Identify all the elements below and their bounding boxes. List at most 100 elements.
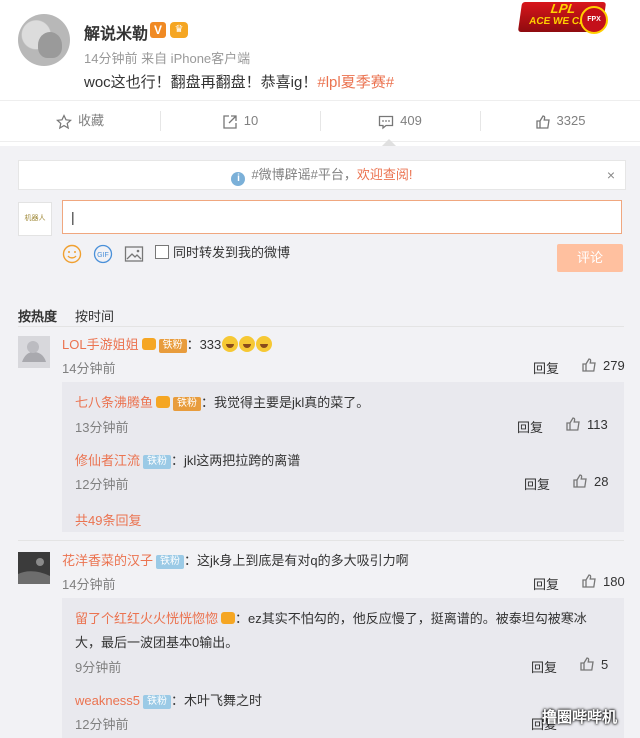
tab-sort-hot[interactable]: 按热度 [18,309,57,324]
crown-icon [156,396,171,408]
comment-icon [378,115,394,129]
reply-time: 12分钟前 [75,717,129,732]
reply-time: 9分钟前 [75,660,122,675]
comment-like-count: 180 [603,574,625,589]
reply-like-count: 28 [594,474,609,489]
author-avatar[interactable] [18,14,70,66]
crown-icon [141,338,156,350]
tab-sort-time[interactable]: 按时间 [75,309,114,324]
star-icon [55,113,72,129]
fan-badge: 铁粉 [158,339,187,353]
favorite-label: 收藏 [77,113,104,128]
reply-like-button[interactable]: 5 [579,656,608,672]
comment-time: 14分钟前 [62,577,116,592]
comment-like-button[interactable]: 279 [581,357,625,373]
reply-like-count: 113 [587,417,608,432]
reply-button[interactable]: 回复 [524,474,550,493]
fan-badge: 铁粉 [143,455,172,469]
thumbs-up-icon [573,474,587,488]
reply-line: 留了个红红火火恍恍惚惚 ：ez其实不怕勾的，他反应慢了，挺离谱的。被泰坦勾被寒冰 [75,608,587,627]
reply-time: 12分钟前 [75,477,129,492]
action-bar: 收藏 10 409 3325 [0,100,640,142]
post-text: woc这也行！翻盘再翻盘！恭喜ig！#lpl夏季赛# [84,71,394,92]
comment-section: i #微博辟谣#平台，欢迎查阅! × 机器人 GIF 同时转发到我的微博 评论 按… [0,146,640,738]
reply-text: ：我觉得主要是jkl真的菜了。 [201,395,370,410]
repost-checkbox[interactable]: 同时转发到我的微博 [155,244,290,262]
post-meta: 14分钟前 来自 iPhone客户端 [84,51,251,66]
notice-link[interactable]: 欢迎查阅! [357,167,413,182]
fpx-logo: FPX [580,6,608,34]
replier-name[interactable]: 修仙者江流 [75,453,140,468]
like-count: 3325 [556,113,586,128]
reply-like-button[interactable]: 28 [572,473,608,489]
divider [18,540,624,541]
reply-button[interactable]: 回复 [533,574,559,593]
reply-text-continued: 大，最后一波团基本0输出。 [75,635,239,650]
favorite-button[interactable]: 收藏 [0,101,160,141]
commenter-avatar[interactable] [18,552,50,584]
replier-name[interactable]: weakness5 [75,693,140,708]
weibo-post: 解说米勒 V ♛ 14分钟前 来自 iPhone客户端 woc这也行！翻盘再翻盘… [0,0,640,100]
comment-pointer [382,139,396,146]
info-icon: i [231,172,246,186]
reply-line: 修仙者江流 铁粉 ：jkl这两把拉跨的离谱 [75,450,300,469]
reply-button[interactable]: 回复 [531,657,557,676]
repost-button[interactable]: 10 [160,101,320,141]
replier-name[interactable]: 留了个红红火火恍恍惚惚 [75,611,218,626]
commenter-name[interactable]: LOL手游姐姐 [62,337,139,352]
more-replies-link[interactable]: 共49条回复 [75,510,141,529]
comment-button[interactable]: 409 [320,101,480,141]
thumbs-up-icon [582,574,596,588]
gif-icon[interactable]: GIF [92,244,114,264]
svg-text:GIF: GIF [97,252,109,259]
post-body: woc这也行！翻盘再翻盘！恭喜ig！ [84,74,318,91]
reply-list: 留了个红红火火恍恍惚惚 ：ez其实不怕勾的，他反应慢了，挺离谱的。被泰坦勾被寒冰 … [62,598,624,738]
checkbox-box[interactable] [155,245,169,259]
fan-badge: 铁粉 [156,555,185,569]
repost-count: 10 [243,113,259,128]
repost-label: 同时转发到我的微博 [173,245,291,260]
comment-text: ：这jk身上到底是有对q的多大吸引力啊 [184,553,409,568]
laugh-emoji-icon [239,336,256,352]
reply-button[interactable]: 回复 [533,358,559,377]
image-icon[interactable] [124,244,144,264]
reply-text: ：jkl这两把拉跨的离谱 [171,453,301,468]
laugh-emoji-icon [222,336,239,352]
emoji-icon[interactable] [62,244,82,264]
reply-text: ：木叶飞舞之时 [171,693,263,708]
rumor-notice: i #微博辟谣#平台，欢迎查阅! × [18,160,626,190]
thumbs-up-icon [566,417,580,431]
reply-like-button[interactable]: 113 [565,416,608,432]
commenter-avatar[interactable] [18,336,50,368]
comment-input[interactable] [62,200,622,234]
comment-like-count: 279 [603,358,625,373]
like-button[interactable]: 3325 [480,101,640,141]
hashtag-link[interactable]: #lpl夏季赛# [317,74,394,91]
thumbs-up-icon [582,358,596,372]
reply-list: 七八条沸腾鱼 铁粉 ：我觉得主要是jkl真的菜了。 13分钟前 回复 113 修仙者… [62,382,624,532]
crown-icon: ♛ [170,22,188,38]
submit-comment-button[interactable]: 评论 [557,244,623,272]
reply-button[interactable]: 回复 [517,417,543,436]
reply-time: 13分钟前 [75,420,129,435]
comment-line: 花洋香菜的汉子 铁粉 ：这jk身上到底是有对q的多大吸引力啊 [62,550,409,569]
reply-line: 七八条沸腾鱼 铁粉 ：我觉得主要是jkl真的菜了。 [75,392,369,411]
fan-badge: 铁粉 [143,695,172,709]
comment-like-button[interactable]: 180 [581,573,625,589]
divider [18,326,624,327]
thumbs-up-icon [535,114,550,129]
replier-name[interactable]: 七八条沸腾鱼 [75,395,153,410]
repost-icon [223,114,237,129]
notice-text: #微博辟谣#平台， [251,167,357,182]
close-icon[interactable]: × [607,161,615,189]
reply-like-count: 5 [601,657,609,672]
verified-badge: V [150,22,166,38]
crown-icon [221,612,236,624]
commenter-name[interactable]: 花洋香菜的汉子 [62,553,153,568]
fan-badge: 铁粉 [173,397,202,411]
comment-time: 14分钟前 [62,361,116,376]
author-name[interactable]: 解说米勒 [84,20,148,44]
reply-text: ：ez其实不怕勾的，他反应慢了，挺离谱的。被泰坦勾被寒冰 [235,611,587,626]
comment-line: LOL手游姐姐 铁粉 ：333 [62,334,273,353]
comment-count: 409 [400,113,422,128]
